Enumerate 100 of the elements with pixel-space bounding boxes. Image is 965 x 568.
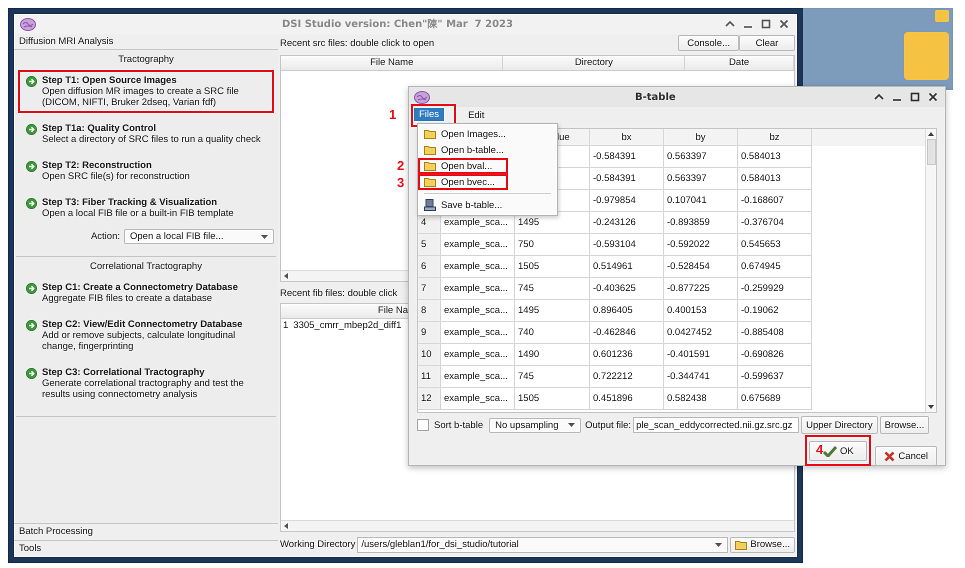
upsampling-dropdown[interactable]: No upsampling — [489, 418, 582, 432]
column-header[interactable]: File Name — [281, 56, 504, 70]
step-link[interactable]: Step T1a: Quality Control — [42, 123, 261, 134]
table-cell[interactable]: example_sca... — [444, 371, 508, 382]
table-cell[interactable]: 0.563397 — [667, 151, 707, 162]
browse-button[interactable]: Browse... — [730, 536, 795, 552]
dialog-button[interactable]: Upper Directory — [801, 416, 878, 434]
toolbar-button[interactable]: Clear — [739, 35, 795, 51]
table-cell[interactable]: example_sca... — [444, 305, 508, 316]
table-cell[interactable]: -0.593104 — [593, 239, 636, 250]
panel-tab[interactable]: Batch Processing — [14, 523, 278, 540]
column-header[interactable]: bx — [590, 129, 664, 146]
table-cell[interactable]: example_sca... — [444, 261, 508, 272]
arrow-circle-icon[interactable] — [26, 161, 37, 172]
step-link[interactable]: Step C1: Create a Connectometry Database — [42, 282, 238, 293]
table-cell[interactable]: 0.563397 — [667, 173, 707, 184]
table-cell[interactable]: -0.592022 — [667, 239, 710, 250]
action-dropdown[interactable]: Open a local FIB file... — [124, 229, 274, 244]
arrow-circle-icon[interactable] — [26, 198, 37, 209]
dialog-button[interactable]: Browse... — [880, 416, 930, 434]
menu-item[interactable]: Open Images... — [418, 126, 557, 142]
table-cell[interactable]: 0.584013 — [741, 151, 781, 162]
chevron-up-icon[interactable] — [874, 92, 884, 102]
table-cell[interactable]: -0.376704 — [741, 217, 784, 228]
close-icon[interactable] — [928, 92, 938, 102]
step-link[interactable]: Step T2: Reconstruction — [42, 160, 190, 171]
checkbox-label[interactable]: Sort b-table — [434, 420, 484, 430]
table-cell[interactable]: -0.344741 — [667, 371, 710, 382]
arrow-circle-icon[interactable] — [26, 320, 37, 331]
panel-tab[interactable]: Tools — [14, 540, 278, 557]
table-cell[interactable]: 1505 — [518, 261, 540, 272]
table-cell[interactable]: 0.582438 — [667, 393, 707, 404]
column-header[interactable]: bz — [738, 129, 812, 146]
arrow-circle-icon[interactable] — [26, 368, 37, 379]
step-link[interactable]: Step C3: Correlational Tractography — [42, 367, 266, 378]
table-cell[interactable]: 0.896405 — [593, 305, 633, 316]
table-cell[interactable]: example_sca... — [444, 393, 508, 404]
table-cell[interactable]: -0.690826 — [741, 349, 784, 360]
table-cell[interactable]: 1505 — [518, 393, 540, 404]
arrow-circle-icon[interactable] — [26, 76, 37, 87]
column-header[interactable]: File Na — [281, 304, 408, 318]
table-cell[interactable]: example_sca... — [444, 217, 508, 228]
table-cell[interactable]: 0.400153 — [667, 305, 707, 316]
scroll-left-icon[interactable] — [284, 523, 289, 529]
output-file-field[interactable]: ple_scan_eddycorrected.nii.gz.src.gz — [633, 417, 800, 433]
close-icon[interactable] — [779, 19, 789, 29]
menu-item[interactable]: Save b-table... — [418, 197, 557, 213]
arrow-circle-icon[interactable] — [26, 283, 37, 294]
scroll-left-icon[interactable] — [284, 273, 289, 279]
table-cell[interactable]: 1490 — [518, 349, 540, 360]
step-link[interactable]: Step C2: View/Edit Connectometry Database — [42, 319, 266, 330]
table-cell[interactable]: example_sca... — [444, 283, 508, 294]
table-cell[interactable]: example_sca... — [444, 327, 508, 338]
vertical-scrollbar[interactable] — [925, 129, 936, 412]
step-link[interactable]: Step T3: Fiber Tracking & Visualization — [42, 197, 234, 208]
table-cell[interactable]: 0.451896 — [593, 393, 633, 404]
table-cell[interactable]: -0.885408 — [741, 327, 784, 338]
table-cell[interactable]: -0.259929 — [741, 283, 784, 294]
table-cell[interactable]: 1495 — [518, 217, 540, 228]
table-cell[interactable]: 0.722212 — [593, 371, 633, 382]
table-cell[interactable]: -0.243126 — [593, 217, 636, 228]
table-cell[interactable]: example_sca... — [444, 349, 508, 360]
column-header[interactable]: Date — [685, 56, 794, 70]
table-cell[interactable]: 0.545653 — [741, 239, 781, 250]
menu-item[interactable]: Open b-table... — [418, 142, 557, 158]
column-header[interactable]: Directory — [503, 56, 686, 70]
table-cell[interactable]: -0.403625 — [593, 283, 636, 294]
table-cell[interactable]: -0.599637 — [741, 371, 784, 382]
table-cell[interactable]: 0.107041 — [667, 195, 707, 206]
table-cell[interactable]: -0.168607 — [741, 195, 784, 206]
chevron-up-icon[interactable] — [725, 19, 735, 29]
column-header[interactable]: by — [664, 129, 738, 146]
horizontal-scrollbar[interactable] — [281, 520, 794, 531]
table-cell[interactable]: 745 — [518, 371, 534, 382]
menu-item[interactable]: Open bval... — [418, 158, 508, 174]
table-cell[interactable]: -0.584391 — [593, 173, 636, 184]
checkbox[interactable] — [417, 419, 429, 431]
step-link[interactable]: Step T1: Open Source Images — [42, 75, 266, 86]
table-cell[interactable]: 3305_cmrr_mbep2d_diff1 — [293, 319, 402, 332]
maximize-icon[interactable] — [761, 19, 771, 29]
table-cell[interactable]: example_sca... — [444, 239, 508, 250]
toolbar-button[interactable]: Console... — [678, 35, 739, 51]
scroll-up-icon[interactable] — [928, 132, 934, 136]
table-cell[interactable]: -0.979854 — [593, 195, 636, 206]
table-cell[interactable]: 0.674945 — [741, 261, 781, 272]
arrow-circle-icon[interactable] — [26, 124, 37, 135]
table-cell[interactable]: 0.601236 — [593, 349, 633, 360]
table-cell[interactable]: 0.0427452 — [667, 327, 712, 338]
menu-item[interactable]: Files — [414, 108, 444, 120]
table-cell[interactable]: -0.893859 — [667, 217, 710, 228]
table-cell[interactable]: -0.462846 — [593, 327, 636, 338]
table-cell[interactable]: -0.19062 — [741, 305, 779, 316]
cancel-button[interactable]: Cancel — [875, 446, 937, 466]
table-cell[interactable]: 1495 — [518, 305, 540, 316]
table-cell[interactable]: -0.584391 — [593, 151, 636, 162]
table-cell[interactable]: -0.401591 — [667, 349, 710, 360]
working-directory-dropdown[interactable]: /users/gleblan1/for_dsi_studio/tutorial — [357, 536, 728, 552]
table-cell[interactable]: 740 — [518, 327, 534, 338]
table-cell[interactable]: 0.514961 — [593, 261, 633, 272]
table-cell[interactable]: -0.877225 — [667, 283, 710, 294]
